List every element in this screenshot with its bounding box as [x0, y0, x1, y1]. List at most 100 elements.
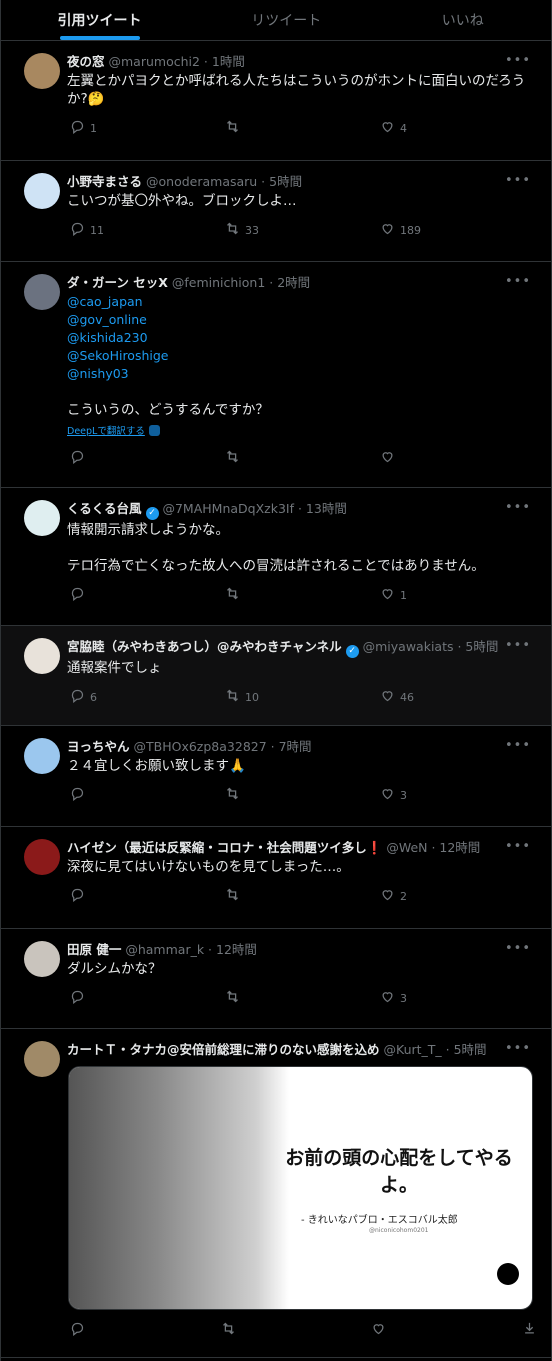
mention-link[interactable]: @SekoHiroshige — [67, 347, 537, 365]
retweet-button[interactable]: 10 — [225, 688, 380, 706]
tab-underline — [59, 36, 140, 40]
avatar[interactable] — [24, 941, 60, 977]
author-name[interactable]: 小野寺まさる — [67, 174, 142, 189]
like-button[interactable]: 3 — [380, 786, 535, 804]
retweet-button[interactable]: 33 — [225, 221, 380, 239]
like-button[interactable]: 3 — [380, 989, 535, 1007]
like-icon — [380, 786, 395, 804]
reply-count: 1 — [90, 121, 97, 135]
author-name[interactable]: 田原 健一 — [67, 942, 121, 957]
reply-count: 11 — [90, 223, 104, 237]
retweet-button[interactable] — [225, 586, 380, 604]
retweet-icon — [225, 119, 240, 137]
tweet-actions: 6 10 46 — [70, 677, 537, 717]
mention-link[interactable]: @kishida230 — [67, 329, 537, 347]
avatar[interactable] — [24, 1041, 60, 1077]
avatar[interactable] — [24, 839, 60, 875]
tab-retweets[interactable]: リツイート — [198, 0, 375, 40]
author-name[interactable]: ダ・ガーン セッX — [67, 275, 168, 290]
reply-button[interactable]: 6 — [70, 688, 225, 706]
tweet-text: 左翼とかパヨクとか呼ばれる人たちはこういうのがホントに面白いのだろうか?🤔 — [67, 72, 537, 108]
avatar[interactable] — [24, 274, 60, 310]
like-count: 189 — [400, 223, 421, 237]
reply-button[interactable] — [70, 1321, 221, 1339]
like-button[interactable]: 46 — [380, 688, 535, 706]
reply-icon — [70, 221, 85, 239]
tweet-item[interactable]: ••• ヨっちやん @TBHOx6zp8a32827 · 7時間 ２４宜しくお願い致… — [1, 726, 551, 827]
image-quote-text: お前の頭の心配をしてやるよ。 — [285, 1147, 513, 1196]
reply-button[interactable] — [70, 586, 225, 604]
quote-tweets-panel: 引用ツイート リツイート いいね ••• 夜の窓 @marumochi2 · 1時… — [0, 0, 552, 1361]
tweet-item[interactable]: ••• くるくる台風 ✓ @7MAHMnaDqXzk3If · 13時間 情報開示請… — [1, 488, 551, 626]
more-options-icon[interactable]: ••• — [505, 173, 531, 188]
like-count: 4 — [400, 121, 407, 135]
more-options-icon[interactable]: ••• — [505, 274, 531, 289]
tweet-item[interactable]: ••• 夜の窓 @marumochi2 · 1時間 左翼とかパヨクとか呼ばれる人たち… — [1, 41, 551, 161]
retweet-icon — [225, 586, 240, 604]
reply-button[interactable] — [70, 989, 225, 1007]
author-handle: @feminichion1 · 2時間 — [171, 275, 311, 290]
mention-link[interactable]: @cao_japan — [67, 293, 537, 311]
tweet-item[interactable]: ••• ハイゼン（最近は反緊縮・コロナ・社会問題ツイ多し❗ @WeN · 12時間… — [1, 827, 551, 929]
like-button[interactable]: 4 — [380, 119, 535, 137]
retweet-button[interactable] — [225, 786, 380, 804]
reply-icon — [70, 119, 85, 137]
more-options-icon[interactable]: ••• — [505, 500, 531, 515]
tweet-item[interactable]: ••• 田原 健一 @hammar_k · 12時間 ダルシムかな？ 3 — [1, 929, 551, 1029]
author-name[interactable]: 夜の窓 — [67, 54, 105, 69]
tweet-image[interactable]: お前の頭の心配をしてやるよ。 - きれいなパブロ・エスコバル太郎 @niconico… — [68, 1066, 533, 1310]
avatar[interactable] — [24, 500, 60, 536]
author-name[interactable]: 宮脇睦（みやわきあつし）@みやわきチャンネル — [67, 639, 342, 654]
mention-link[interactable]: @gov_online — [67, 311, 537, 329]
like-count: 1 — [400, 588, 407, 602]
more-options-icon[interactable]: ••• — [505, 53, 531, 68]
avatar[interactable] — [24, 173, 60, 209]
reply-button[interactable] — [70, 887, 225, 905]
like-button[interactable] — [380, 449, 535, 467]
retweet-button[interactable] — [225, 449, 380, 467]
tab-quote-tweets[interactable]: 引用ツイート — [1, 0, 198, 40]
tweet-item[interactable]: ••• 宮脇睦（みやわきあつし）@みやわきチャンネル ✓ @miyawakiats… — [1, 626, 551, 726]
more-options-icon[interactable]: ••• — [505, 638, 531, 653]
retweet-button[interactable] — [225, 119, 380, 137]
author-name[interactable]: くるくる台風 — [67, 501, 142, 516]
reply-button[interactable]: 1 — [70, 119, 225, 137]
retweet-button[interactable] — [221, 1321, 372, 1339]
reply-icon — [70, 1321, 85, 1339]
more-options-icon[interactable]: ••• — [505, 941, 531, 956]
like-count: 46 — [400, 690, 414, 704]
reply-icon — [70, 989, 85, 1007]
author-handle: @miyawakiats · 5時間 — [362, 639, 499, 654]
tweet-item[interactable]: ••• カートＴ・タナカ@安倍前総理に滞りのない感謝を込め @Kurt_T_ · … — [1, 1029, 551, 1358]
mention-link[interactable]: @nishy03 — [67, 365, 537, 383]
avatar[interactable] — [24, 53, 60, 89]
more-options-icon[interactable]: ••• — [505, 1041, 531, 1056]
tweet-header: くるくる台風 ✓ @7MAHMnaDqXzk3If · 13時間 — [67, 500, 507, 520]
reply-button[interactable]: 11 — [70, 221, 225, 239]
reply-icon — [70, 586, 85, 604]
avatar[interactable] — [24, 638, 60, 674]
more-options-icon[interactable]: ••• — [505, 738, 531, 753]
tab-likes[interactable]: いいね — [375, 0, 552, 40]
like-button[interactable]: 1 — [380, 586, 535, 604]
translate-link[interactable]: DeepLで翻訳する — [67, 423, 160, 437]
author-name[interactable]: カートＴ・タナカ@安倍前総理に滞りのない感謝を込め — [67, 1042, 380, 1057]
reply-button[interactable] — [70, 786, 225, 804]
tweet-item[interactable]: ••• ダ・ガーン セッX @feminichion1 · 2時間 @cao_jap… — [1, 262, 551, 488]
tweet-item[interactable]: ••• 小野寺まさる @onoderamasaru · 5時間 こいつが基〇外やね。… — [1, 161, 551, 262]
like-button[interactable]: 2 — [380, 887, 535, 905]
avatar[interactable] — [24, 738, 60, 774]
more-options-icon[interactable]: ••• — [505, 839, 531, 854]
tweet-header: ハイゼン（最近は反緊縮・コロナ・社会問題ツイ多し❗ @WeN · 12時間 — [67, 839, 507, 857]
author-name[interactable]: ヨっちやん — [67, 739, 130, 754]
share-button[interactable] — [522, 1321, 537, 1339]
translate-label: DeepLで翻訳する — [67, 426, 145, 437]
tweet-text: 情報開示請求しようかな。 テロ行為で亡くなった故人への冒涜は許されることではあり… — [67, 521, 537, 575]
retweet-button[interactable] — [225, 887, 380, 905]
retweet-button[interactable] — [225, 989, 380, 1007]
tweet-text: ２４宜しくお願い致します🙏 — [67, 757, 537, 775]
like-button[interactable]: 189 — [380, 221, 535, 239]
author-name[interactable]: ハイゼン（最近は反緊縮・コロナ・社会問題ツイ多し❗ — [67, 840, 382, 855]
reply-button[interactable] — [70, 449, 225, 467]
like-button[interactable] — [371, 1321, 522, 1339]
